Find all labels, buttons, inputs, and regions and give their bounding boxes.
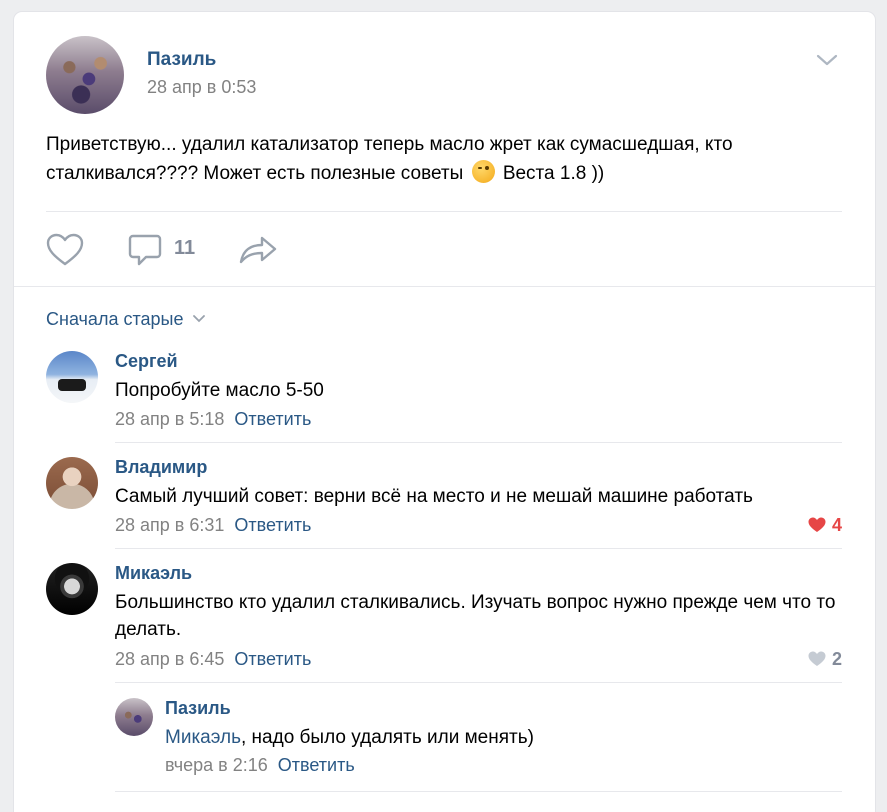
comment-text: Самый лучший совет: верни всё на место и… <box>115 486 753 507</box>
heart-icon <box>808 517 826 532</box>
mention-link[interactable]: Микаэль <box>165 727 241 748</box>
divider <box>46 211 842 212</box>
comment-author[interactable]: Владимир <box>115 457 207 478</box>
divider <box>115 548 842 549</box>
like-count: 2 <box>831 649 842 669</box>
divider <box>115 442 842 443</box>
comment-count[interactable]: 11 <box>174 237 195 260</box>
post-actions: 11 <box>46 230 446 270</box>
comment-text: Попробуйте масло 5-50 <box>115 380 324 401</box>
comment-author[interactable]: Сергей <box>115 351 178 372</box>
comment-date[interactable]: 28 апр в 5:18 <box>115 409 224 429</box>
heart-icon <box>808 651 826 666</box>
comment-date[interactable]: 28 апр в 6:31 <box>115 515 224 535</box>
reply-button[interactable]: Ответить <box>278 755 355 775</box>
comment-text: Большинство кто удалил сталкивались. Изу… <box>115 592 836 640</box>
reply-button[interactable]: Ответить <box>234 649 311 669</box>
post-text: Приветствую... удалил катализатор теперь… <box>46 130 836 188</box>
post-date[interactable]: 28 апр в 0:53 <box>147 77 256 98</box>
comment-meta: 28 апр в 6:31 Ответить <box>115 515 311 536</box>
comment-author[interactable]: Микаэль <box>115 563 192 584</box>
post-header: Пазиль 28 апр в 0:53 <box>46 36 846 116</box>
divider <box>115 791 842 792</box>
like-button[interactable]: 4 <box>808 515 842 536</box>
share-icon[interactable] <box>238 235 278 265</box>
reply-button[interactable]: Ответить <box>234 409 311 429</box>
avatar[interactable] <box>46 563 98 615</box>
comment-icon[interactable] <box>128 233 162 267</box>
comment-text-body: , надо было удалять или менять) <box>241 727 534 748</box>
post-text-tail: Веста 1.8 )) <box>502 163 605 184</box>
comment-meta: 28 апр в 6:45 Ответить <box>115 649 311 670</box>
post-author-avatar[interactable] <box>46 36 124 114</box>
reply-button[interactable]: Ответить <box>234 515 311 535</box>
chevron-down-icon <box>192 315 205 323</box>
emoji-wink-icon <box>471 160 495 183</box>
like-button[interactable]: 2 <box>808 649 842 670</box>
like-count: 4 <box>831 515 842 535</box>
divider <box>115 682 842 683</box>
comment-meta: вчера в 2:16 Ответить <box>165 755 355 776</box>
chevron-down-icon[interactable] <box>816 53 838 67</box>
comments-sort-toggle[interactable]: Сначала старые <box>46 309 205 330</box>
comment-text: Микаэль, надо было удалять или менять) <box>165 724 835 751</box>
comment: Микаэль Большинство кто удалил сталкивал… <box>46 563 842 693</box>
post-author-name[interactable]: Пазиль <box>147 49 216 71</box>
comment: Сергей Попробуйте масло 5-50 28 апр в 5:… <box>46 351 842 455</box>
comment-meta: 28 апр в 5:18 Ответить <box>115 409 311 430</box>
comment-date[interactable]: 28 апр в 6:45 <box>115 649 224 669</box>
avatar[interactable] <box>46 351 98 403</box>
divider <box>14 286 875 287</box>
post-card: Пазиль 28 апр в 0:53 Приветствую... удал… <box>14 12 875 812</box>
avatar[interactable] <box>115 698 153 736</box>
avatar[interactable] <box>46 457 98 509</box>
comments-sort-label: Сначала старые <box>46 309 184 329</box>
heart-icon[interactable] <box>46 233 84 267</box>
post-text-body: Приветствую... удалил катализатор теперь… <box>46 134 733 184</box>
comment-date[interactable]: вчера в 2:16 <box>165 755 268 775</box>
reply-comment: Пазиль Микаэль, надо было удалять или ме… <box>115 698 842 808</box>
comment: Владимир Самый лучший совет: верни всё н… <box>46 457 842 561</box>
comment-author[interactable]: Пазиль <box>165 698 231 719</box>
